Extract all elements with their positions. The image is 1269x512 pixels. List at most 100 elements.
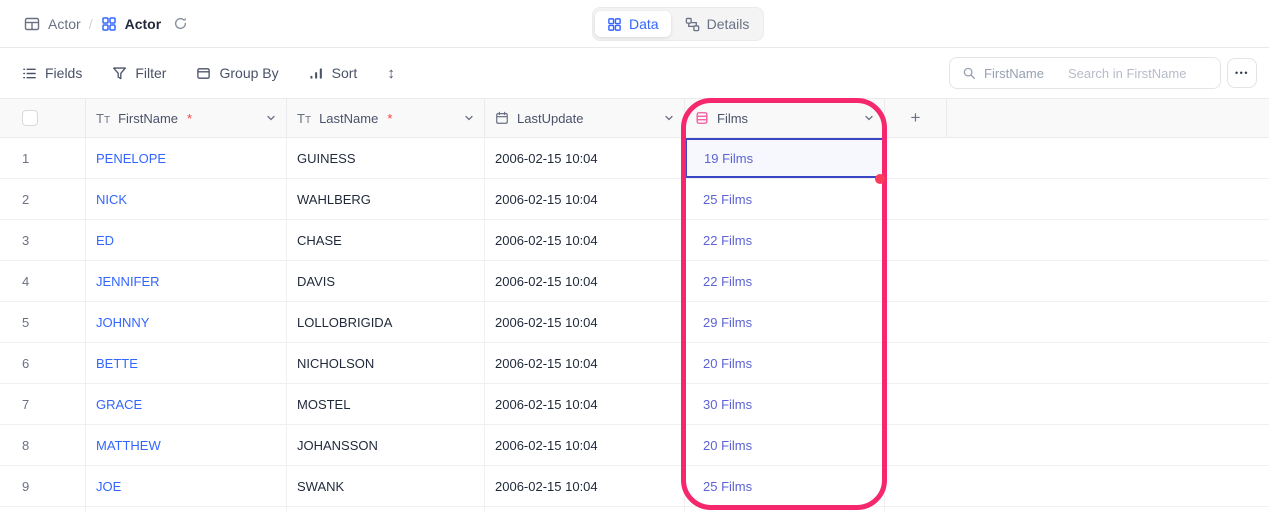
cell-lastname[interactable]: DAVIS — [287, 261, 485, 301]
data-grid: TT FirstName * TT LastName * LastUpdate — [0, 98, 1269, 512]
cell-firstname[interactable]: NICK — [86, 179, 287, 219]
cell-films[interactable]: 30 Films — [685, 384, 885, 424]
cell-firstname[interactable]: BETTE — [86, 343, 287, 383]
cell-firstname[interactable]: JOHNNY — [86, 302, 287, 342]
row-number[interactable]: 2 — [0, 179, 86, 219]
table-row: 9 JOE SWANK 2006-02-15 10:04 25 Films — [0, 466, 1269, 507]
breadcrumb-table[interactable]: Actor — [24, 16, 81, 32]
table-row: 2 NICK WAHLBERG 2006-02-15 10:04 25 Film… — [0, 179, 1269, 220]
cell-lastname[interactable]: WAHLBERG — [287, 179, 485, 219]
cell-lastname[interactable]: MOSTEL — [287, 384, 485, 424]
more-options-icon: ••• — [1235, 68, 1249, 78]
chevron-down-icon[interactable] — [464, 113, 474, 123]
column-label: FirstName — [118, 111, 178, 126]
table-icon — [24, 16, 40, 32]
row-number[interactable]: 5 — [0, 302, 86, 342]
cell-films[interactable]: 22 Films — [685, 261, 885, 301]
view-toolbar: Fields Filter Group By Sort ↕ — [0, 48, 1269, 98]
chevron-down-icon[interactable] — [664, 113, 674, 123]
cell-lastupdate[interactable]: 2006-02-15 10:04 — [485, 384, 685, 424]
cell-films[interactable]: 22 Films — [685, 220, 885, 260]
cell-lastupdate[interactable]: 2006-02-15 10:04 — [485, 343, 685, 383]
column-header-lastname[interactable]: TT LastName * — [287, 99, 485, 137]
cell-lastupdate[interactable]: 2006-02-15 10:04 — [485, 261, 685, 301]
cell-films[interactable]: 20 Films — [685, 425, 885, 465]
chevron-down-icon[interactable] — [864, 113, 874, 123]
row-number[interactable]: 7 — [0, 384, 86, 424]
row-number[interactable]: 3 — [0, 220, 86, 260]
chevron-down-icon[interactable] — [266, 113, 276, 123]
data-grid-icon — [607, 17, 622, 32]
cell-firstname[interactable]: JOE — [86, 466, 287, 506]
sort-bars-icon — [309, 66, 324, 81]
breadcrumb-table-label: Actor — [48, 16, 81, 32]
grid-header-row: TT FirstName * TT LastName * LastUpdate — [0, 98, 1269, 138]
more-options-button[interactable]: ••• — [1227, 58, 1257, 88]
grid-view-icon — [101, 16, 117, 32]
tab-details[interactable]: Details — [673, 11, 762, 37]
links-field-icon — [695, 111, 709, 125]
row-number[interactable]: 1 — [0, 138, 86, 178]
cell-lastname[interactable]: SWANK — [287, 466, 485, 506]
select-all-checkbox[interactable] — [22, 110, 38, 126]
cell-lastname[interactable]: NICHOLSON — [287, 343, 485, 383]
top-bar: Actor / Actor Data Details — [0, 0, 1269, 48]
text-field-icon: TT — [96, 111, 110, 126]
cell-lastname — [287, 507, 485, 512]
cell-firstname[interactable]: ED — [86, 220, 287, 260]
group-by-box-icon — [196, 66, 211, 81]
cell-firstname[interactable]: PENELOPE — [86, 138, 287, 178]
column-header-films[interactable]: Films — [685, 99, 885, 137]
cell-films-selected[interactable]: 19 Films — [685, 138, 885, 178]
filter-button-label: Filter — [135, 65, 166, 81]
breadcrumb: Actor / Actor — [24, 0, 188, 47]
search-field-selector[interactable]: FirstName — [950, 58, 1056, 88]
column-header-firstname[interactable]: TT FirstName * — [86, 99, 287, 137]
cell-lastupdate[interactable]: 2006-02-15 10:04 — [485, 179, 685, 219]
cell-lastname[interactable]: JOHANSSON — [287, 425, 485, 465]
cell-lastupdate[interactable]: 2006-02-15 10:04 — [485, 302, 685, 342]
cell-firstname[interactable]: JENNIFER — [86, 261, 287, 301]
cell-firstname[interactable]: MATTHEW — [86, 425, 287, 465]
table-row: 5 JOHNNY LOLLOBRIGIDA 2006-02-15 10:04 2… — [0, 302, 1269, 343]
toolbar-right-group: FirstName ••• — [949, 57, 1257, 89]
cell-lastupdate[interactable]: 2006-02-15 10:04 — [485, 466, 685, 506]
cell-lastupdate[interactable]: 2006-02-15 10:04 — [485, 425, 685, 465]
cell-lastupdate[interactable]: 2006-02-15 10:04 — [485, 138, 685, 178]
row-height-button[interactable]: ↕ — [387, 65, 395, 82]
cell-films — [685, 507, 885, 512]
cell-films[interactable]: 25 Films — [685, 466, 885, 506]
table-row: 1 PENELOPE GUINESS 2006-02-15 10:04 19 F… — [0, 138, 1269, 179]
column-header-lastupdate[interactable]: LastUpdate — [485, 99, 685, 137]
sort-button-label: Sort — [332, 65, 358, 81]
row-number[interactable]: 6 — [0, 343, 86, 383]
cell-films[interactable]: 20 Films — [685, 343, 885, 383]
cell-films[interactable]: 29 Films — [685, 302, 885, 342]
breadcrumb-view-label: Actor — [125, 16, 162, 32]
add-column-button[interactable]: + — [885, 99, 947, 137]
cell-lastupdate[interactable]: 2006-02-15 10:04 — [485, 220, 685, 260]
breadcrumb-view[interactable]: Actor — [101, 16, 162, 32]
refresh-button[interactable] — [173, 16, 188, 31]
cell-firstname[interactable]: GRACE — [86, 384, 287, 424]
breadcrumb-separator: / — [89, 16, 93, 32]
row-number — [0, 507, 86, 512]
group-by-button[interactable]: Group By — [196, 65, 278, 81]
search-box: FirstName — [949, 57, 1221, 89]
cell-lastname[interactable]: GUINESS — [287, 138, 485, 178]
fields-button[interactable]: Fields — [22, 65, 82, 81]
view-mode-tabs: Data Details — [592, 7, 764, 41]
row-number[interactable]: 9 — [0, 466, 86, 506]
tab-data[interactable]: Data — [595, 11, 671, 37]
search-input[interactable] — [1056, 58, 1221, 88]
row-height-icon: ↕ — [387, 65, 395, 82]
filter-button[interactable]: Filter — [112, 65, 166, 81]
cell-lastname[interactable]: LOLLOBRIGIDA — [287, 302, 485, 342]
row-number[interactable]: 4 — [0, 261, 86, 301]
cell-lastname[interactable]: CHASE — [287, 220, 485, 260]
required-mark: * — [187, 111, 192, 126]
select-all-header — [0, 99, 86, 137]
cell-films[interactable]: 25 Films — [685, 179, 885, 219]
sort-button[interactable]: Sort — [309, 65, 358, 81]
row-number[interactable]: 8 — [0, 425, 86, 465]
